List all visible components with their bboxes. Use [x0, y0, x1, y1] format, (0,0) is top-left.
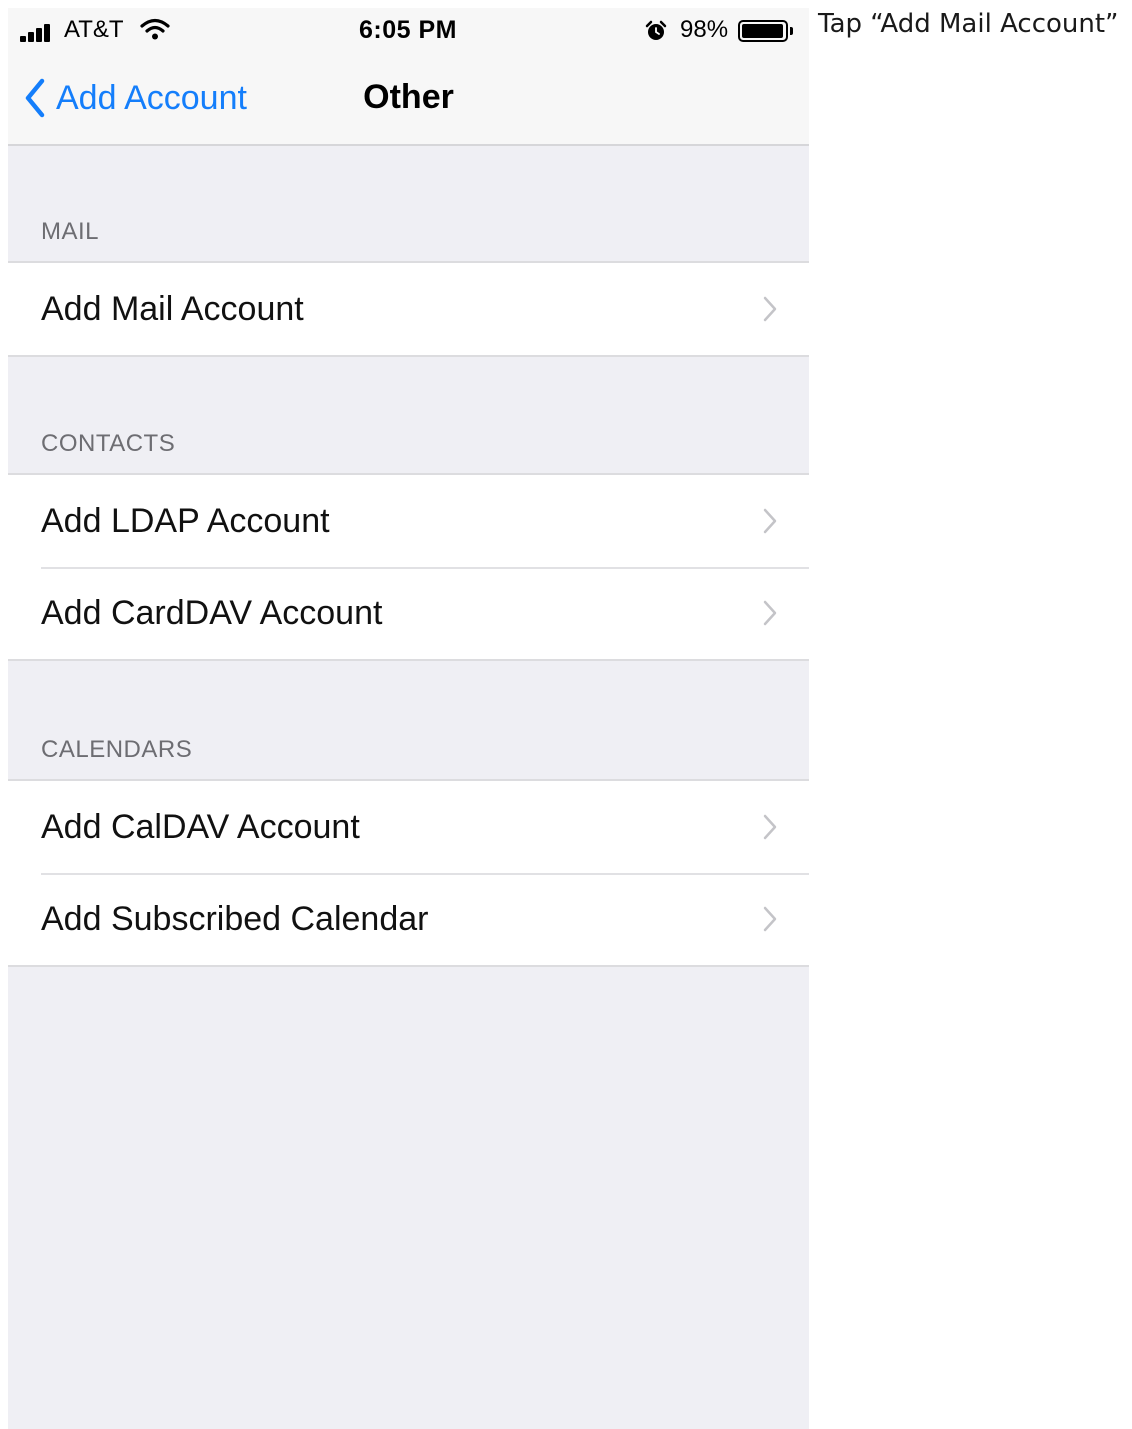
status-bar: AT&T 6:05 PM 98%	[8, 8, 809, 52]
section-header-calendars: CALENDARS	[41, 736, 193, 763]
navigation-header: AT&T 6:05 PM 98% Add Account Other	[8, 8, 809, 146]
row-label: Add LDAP Account	[41, 501, 330, 540]
chevron-right-icon	[763, 508, 777, 539]
clock-time: 6:05 PM	[359, 16, 457, 44]
battery-tip	[790, 27, 793, 35]
row-label: Add Mail Account	[41, 289, 304, 328]
chevron-right-icon	[763, 600, 777, 631]
chevron-right-icon	[763, 814, 777, 845]
battery-percentage: 98%	[680, 16, 729, 43]
chevron-right-icon	[763, 906, 777, 937]
phone-screen: AT&T 6:05 PM 98% Add Account Other MAIL …	[8, 8, 809, 1429]
carrier-name: AT&T	[64, 16, 124, 43]
signal-bars-icon	[20, 24, 58, 42]
row-label: Add CalDAV Account	[41, 807, 360, 846]
chevron-right-icon	[763, 296, 777, 327]
mail-group: Add Mail Account	[8, 261, 809, 357]
section-header-contacts: CONTACTS	[41, 430, 176, 457]
row-label: Add Subscribed Calendar	[41, 899, 429, 938]
page-title: Other	[363, 78, 454, 116]
section-header-mail: MAIL	[41, 218, 100, 245]
contacts-group: Add LDAP Account Add CardDAV Account	[8, 473, 809, 661]
add-ldap-account-row[interactable]: Add LDAP Account	[8, 475, 809, 567]
alarm-clock-icon	[645, 20, 667, 47]
instruction-caption: Tap “Add Mail Account”	[818, 9, 1119, 39]
calendars-group: Add CalDAV Account Add Subscribed Calend…	[8, 779, 809, 967]
row-label: Add CardDAV Account	[41, 593, 383, 632]
add-caldav-account-row[interactable]: Add CalDAV Account	[8, 781, 809, 873]
add-mail-account-row[interactable]: Add Mail Account	[8, 263, 809, 355]
add-carddav-account-row[interactable]: Add CardDAV Account	[8, 567, 809, 659]
battery-icon	[738, 20, 788, 42]
wifi-icon	[140, 18, 170, 45]
add-subscribed-calendar-row[interactable]: Add Subscribed Calendar	[8, 873, 809, 965]
